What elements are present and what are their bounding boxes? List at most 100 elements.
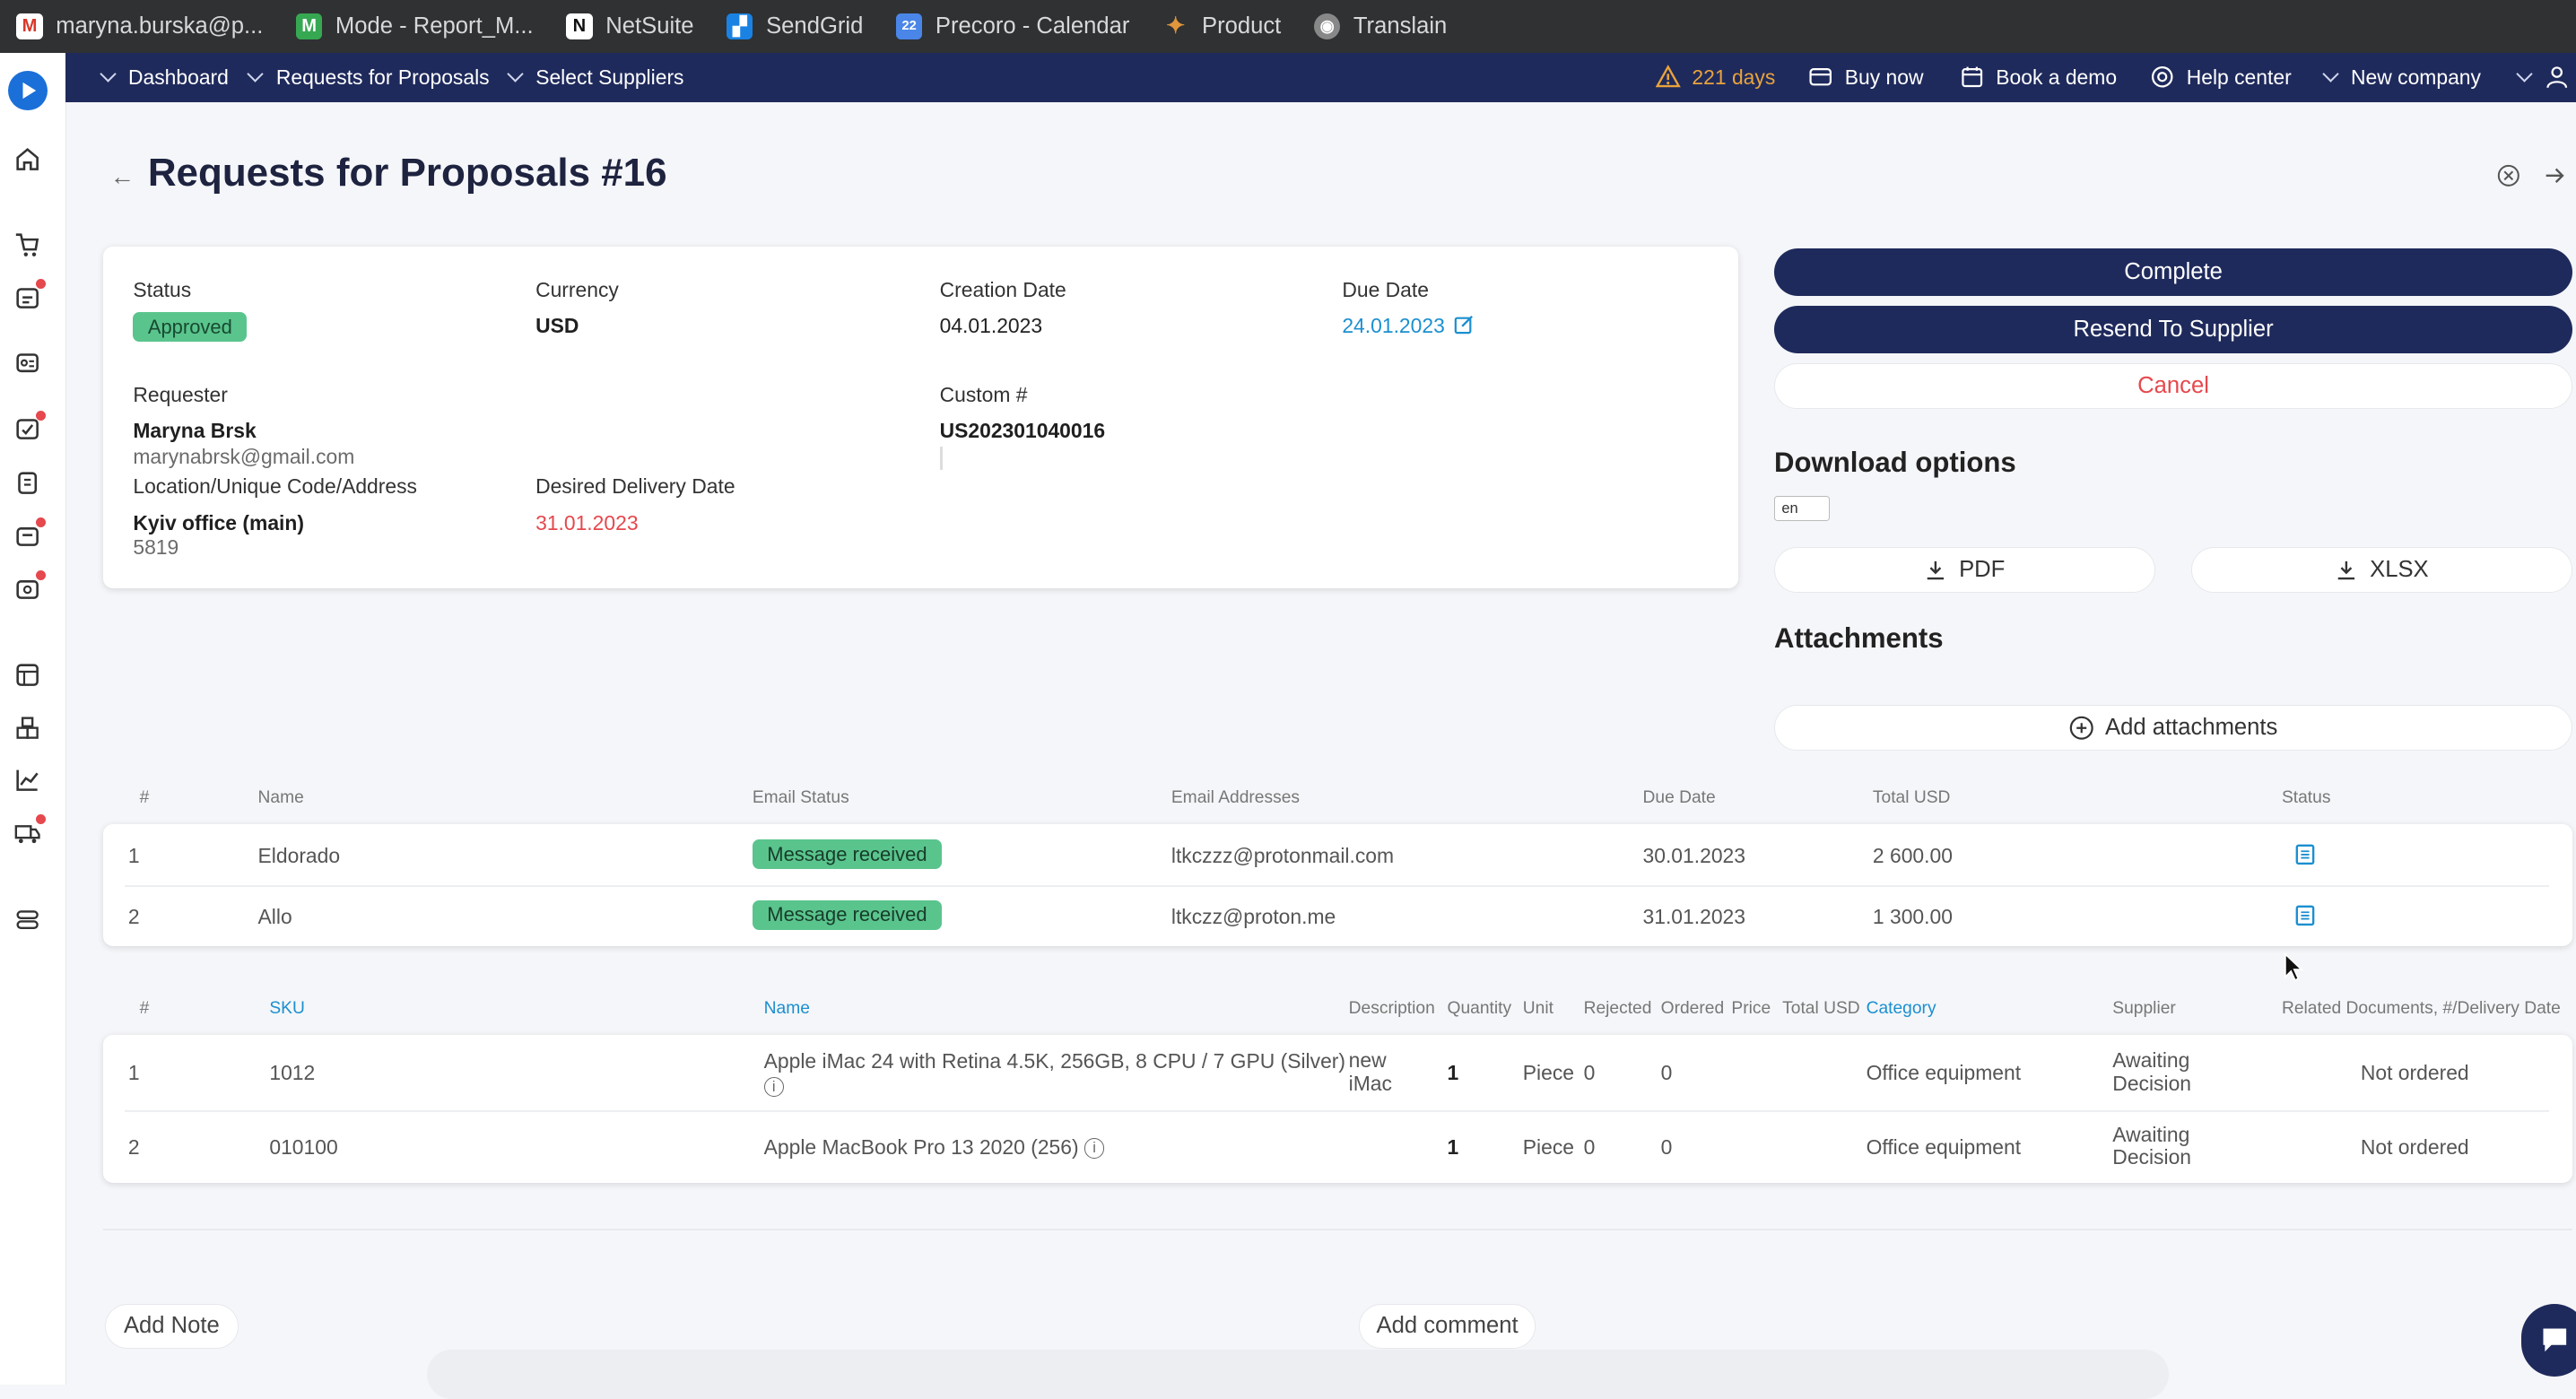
item-row-name[interactable]: Apple iMac 24 with Retina 4.5K, 256GB, 8… <box>763 1049 1345 1098</box>
due-date-value[interactable]: 24.01.2023 <box>1342 314 1473 338</box>
supplier-row-email: ltkczz@proton.me <box>1171 905 1336 929</box>
sendgrid-icon: ▞ <box>727 13 753 39</box>
edit-icon[interactable] <box>1454 315 1474 335</box>
requests-icon[interactable] <box>14 279 47 310</box>
download-icon <box>2337 560 2354 579</box>
items-col-sku[interactable]: SKU <box>269 999 305 1019</box>
supplier-row-email: ltkczzz@protonmail.com <box>1171 844 1395 868</box>
requester-label: Requester <box>133 382 228 406</box>
info-icon[interactable]: i <box>1083 1138 1105 1159</box>
item-row-num: 2 <box>127 1134 140 1159</box>
section-divider <box>103 1228 2573 1230</box>
bookmark-calendar[interactable]: 22 Precoro - Calendar <box>895 13 1129 39</box>
gmail-icon: M <box>16 13 43 39</box>
cancel-button[interactable]: Cancel <box>1774 362 2573 410</box>
suppliers-col-email: Email Addresses <box>1171 788 1300 808</box>
info-icon[interactable]: i <box>763 1077 784 1098</box>
item-row-description: new iMac <box>1348 1048 1392 1095</box>
bookmark-gmail[interactable]: Mmaryna.burska@p... <box>16 13 263 39</box>
back-arrow-icon[interactable]: ← <box>110 162 135 191</box>
settings-icon[interactable] <box>14 907 40 933</box>
document-icon[interactable] <box>2295 905 2315 926</box>
card-icon <box>1809 68 1832 86</box>
add-comment-button[interactable]: Add comment <box>1358 1304 1536 1349</box>
items-col-name[interactable]: Name <box>764 999 810 1019</box>
bookmark-translain[interactable]: ◉ Translain <box>1313 13 1447 39</box>
add-attachments-button[interactable]: Add attachments <box>1774 704 2573 751</box>
product-icon: ✦ <box>1165 13 1186 39</box>
items-col-category[interactable]: Category <box>1867 999 1936 1019</box>
company-selector[interactable]: New company <box>2321 53 2481 102</box>
bookmarks-bar: Mmaryna.burska@p... M Mode - Report_M... … <box>0 0 2576 53</box>
item-row-ordered: 0 <box>1660 1134 1673 1159</box>
chevron-down-icon <box>2321 65 2339 83</box>
resend-to-supplier-button[interactable]: Resend To Supplier <box>1774 305 2573 353</box>
complete-button[interactable]: Complete <box>1774 248 2573 296</box>
cart-icon[interactable] <box>14 231 40 257</box>
supplier-row-name[interactable]: Eldorado <box>258 844 341 868</box>
download-pdf-button[interactable]: PDF <box>1774 546 2155 594</box>
close-circle-icon[interactable] <box>2497 164 2520 187</box>
approvals-icon[interactable] <box>14 410 47 441</box>
status-badge: Approved <box>133 311 248 343</box>
custom-number-label: Custom # <box>939 382 1028 406</box>
budgets-icon[interactable] <box>14 662 40 688</box>
help-center-button[interactable]: Help center <box>2150 53 2292 102</box>
invoices-icon[interactable] <box>14 470 40 496</box>
user-menu[interactable] <box>2515 53 2576 102</box>
item-row-quantity: 1 <box>1447 1061 1459 1085</box>
plus-circle-icon <box>2069 716 2093 740</box>
page-title: Requests for Proposals #16 <box>147 151 667 196</box>
precoro-logo-icon[interactable] <box>8 70 48 110</box>
bookmark-sendgrid[interactable]: ▞ SendGrid <box>727 13 863 39</box>
suppliers-col-num: # <box>139 788 150 808</box>
bookmark-mode[interactable]: M Mode - Report_M... <box>295 13 534 39</box>
language-select[interactable]: en <box>1774 496 1831 521</box>
chat-launcher[interactable] <box>2521 1304 2576 1377</box>
item-row-supplier: Awaiting Decision <box>2112 1122 2192 1169</box>
chevron-down-icon <box>247 65 265 83</box>
inventory-icon[interactable] <box>14 715 40 741</box>
add-note-button[interactable]: Add Note <box>105 1304 239 1349</box>
item-row-sku: 010100 <box>269 1134 338 1159</box>
suppliers-col-name: Name <box>257 788 304 808</box>
email-status-badge: Message received <box>752 839 943 870</box>
nav-rfp[interactable]: Requests for Proposals <box>247 53 490 102</box>
bookmark-product[interactable]: ✦ Product <box>1162 13 1281 39</box>
analytics-icon[interactable] <box>14 767 40 793</box>
email-status-badge: Message received <box>752 899 943 930</box>
nav-select-suppliers[interactable]: Select Suppliers <box>507 53 684 102</box>
book-demo-button[interactable]: Book a demo <box>1960 53 2117 102</box>
supplier-row-due: 31.01.2023 <box>1642 905 1746 929</box>
home-icon[interactable] <box>14 146 40 172</box>
due-date-label: Due Date <box>1342 277 1429 301</box>
location-value: Kyiv office (main) <box>133 510 305 534</box>
delivery-icon[interactable] <box>14 814 47 846</box>
trial-days-indicator[interactable]: 221 days <box>1656 53 1775 102</box>
item-row-name[interactable]: Apple MacBook Pro 13 2020 (256) i <box>764 1135 1105 1160</box>
next-arrow-icon[interactable] <box>2543 164 2566 187</box>
buy-now-button[interactable]: Buy now <box>1808 53 1924 102</box>
item-row-quantity: 1 <box>1447 1134 1459 1159</box>
item-row-category: Office equipment <box>1866 1134 2022 1159</box>
nav-dashboard[interactable]: Dashboard <box>99 53 229 102</box>
suppliers-col-status: Status <box>2281 788 2331 808</box>
suppliers-icon[interactable] <box>14 350 40 376</box>
document-icon[interactable] <box>2295 844 2315 865</box>
item-row-unit: Piece <box>1522 1134 1575 1159</box>
delivery-date-label: Desired Delivery Date <box>535 474 735 499</box>
creation-date-value: 04.01.2023 <box>939 313 1043 337</box>
supplier-row-name[interactable]: Allo <box>258 905 292 929</box>
user-icon <box>2546 66 2568 89</box>
custom-number-value: US202301040016 <box>939 419 1106 443</box>
creation-date-label: Creation Date <box>939 277 1066 301</box>
payments-icon[interactable] <box>14 569 47 601</box>
items-col-ordered: Ordered <box>1660 998 1725 1018</box>
bookmark-netsuite[interactable]: N NetSuite <box>566 13 694 39</box>
item-row-rejected: 0 <box>1583 1134 1596 1159</box>
receipts-icon[interactable] <box>14 517 47 548</box>
status-label: Status <box>133 277 192 301</box>
items-col-supplier: Supplier <box>2112 998 2176 1018</box>
item-row-sku: 1012 <box>269 1061 316 1085</box>
download-xlsx-button[interactable]: XLSX <box>2191 546 2573 594</box>
